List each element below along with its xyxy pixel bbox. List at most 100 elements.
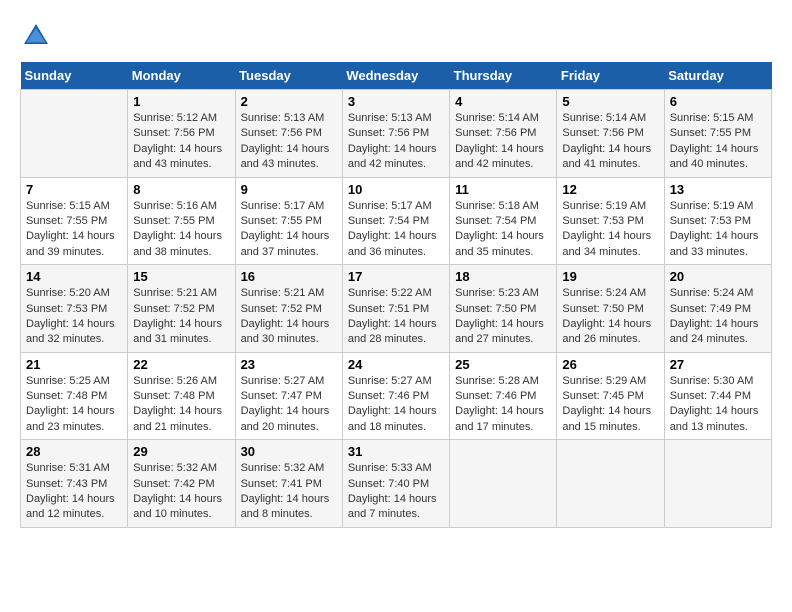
- header-day-monday: Monday: [128, 62, 235, 90]
- day-info: Sunrise: 5:21 AM Sunset: 7:52 PM Dayligh…: [133, 286, 229, 348]
- week-row-4: 21 Sunrise: 5:25 AM Sunset: 7:48 PM Dayli…: [21, 352, 772, 440]
- calendar-cell: [450, 440, 557, 528]
- day-info: Sunrise: 5:19 AM Sunset: 7:53 PM Dayligh…: [670, 199, 766, 261]
- day-info: Sunrise: 5:27 AM Sunset: 7:47 PM Dayligh…: [241, 374, 337, 436]
- calendar-cell: 9 Sunrise: 5:17 AM Sunset: 7:55 PM Daylig…: [235, 177, 342, 265]
- logo: [20, 20, 56, 52]
- day-info: Sunrise: 5:24 AM Sunset: 7:50 PM Dayligh…: [562, 286, 658, 348]
- day-number: 21: [26, 357, 122, 372]
- header-day-saturday: Saturday: [664, 62, 771, 90]
- calendar-cell: 4 Sunrise: 5:14 AM Sunset: 7:56 PM Daylig…: [450, 90, 557, 178]
- day-number: 28: [26, 444, 122, 459]
- calendar-cell: 5 Sunrise: 5:14 AM Sunset: 7:56 PM Daylig…: [557, 90, 664, 178]
- week-row-1: 1 Sunrise: 5:12 AM Sunset: 7:56 PM Daylig…: [21, 90, 772, 178]
- week-row-3: 14 Sunrise: 5:20 AM Sunset: 7:53 PM Dayli…: [21, 265, 772, 353]
- day-info: Sunrise: 5:32 AM Sunset: 7:41 PM Dayligh…: [241, 461, 337, 523]
- day-number: 12: [562, 182, 658, 197]
- calendar-cell: 11 Sunrise: 5:18 AM Sunset: 7:54 PM Dayli…: [450, 177, 557, 265]
- day-number: 18: [455, 269, 551, 284]
- calendar-cell: 23 Sunrise: 5:27 AM Sunset: 7:47 PM Dayli…: [235, 352, 342, 440]
- day-info: Sunrise: 5:14 AM Sunset: 7:56 PM Dayligh…: [562, 111, 658, 173]
- calendar-cell: 12 Sunrise: 5:19 AM Sunset: 7:53 PM Dayli…: [557, 177, 664, 265]
- day-number: 26: [562, 357, 658, 372]
- calendar-cell: 24Sunrise: 5:27 AM Sunset: 7:46 PM Dayli…: [342, 352, 449, 440]
- day-number: 19: [562, 269, 658, 284]
- page-header: [20, 20, 772, 52]
- day-number: 15: [133, 269, 229, 284]
- calendar-table: SundayMondayTuesdayWednesdayThursdayFrid…: [20, 62, 772, 528]
- day-info: Sunrise: 5:29 AM Sunset: 7:45 PM Dayligh…: [562, 374, 658, 436]
- header-day-friday: Friday: [557, 62, 664, 90]
- calendar-cell: 16 Sunrise: 5:21 AM Sunset: 7:52 PM Dayli…: [235, 265, 342, 353]
- day-number: 1: [133, 94, 229, 109]
- calendar-cell: 22 Sunrise: 5:26 AM Sunset: 7:48 PM Dayli…: [128, 352, 235, 440]
- calendar-cell: 31Sunrise: 5:33 AM Sunset: 7:40 PM Dayli…: [342, 440, 449, 528]
- header-row: SundayMondayTuesdayWednesdayThursdayFrid…: [21, 62, 772, 90]
- day-number: 2: [241, 94, 337, 109]
- day-number: 29: [133, 444, 229, 459]
- week-row-2: 7Sunrise: 5:15 AM Sunset: 7:55 PM Daylig…: [21, 177, 772, 265]
- day-number: 17: [348, 269, 444, 284]
- day-info: Sunrise: 5:15 AM Sunset: 7:55 PM Dayligh…: [26, 199, 122, 261]
- day-number: 14: [26, 269, 122, 284]
- calendar-cell: 25Sunrise: 5:28 AM Sunset: 7:46 PM Dayli…: [450, 352, 557, 440]
- week-row-5: 28 Sunrise: 5:31 AM Sunset: 7:43 PM Dayli…: [21, 440, 772, 528]
- calendar-cell: 18 Sunrise: 5:23 AM Sunset: 7:50 PM Dayli…: [450, 265, 557, 353]
- day-number: 9: [241, 182, 337, 197]
- calendar-cell: 28 Sunrise: 5:31 AM Sunset: 7:43 PM Dayli…: [21, 440, 128, 528]
- day-info: Sunrise: 5:31 AM Sunset: 7:43 PM Dayligh…: [26, 461, 122, 523]
- day-info: Sunrise: 5:24 AM Sunset: 7:49 PM Dayligh…: [670, 286, 766, 348]
- day-info: Sunrise: 5:16 AM Sunset: 7:55 PM Dayligh…: [133, 199, 229, 261]
- calendar-cell: 13 Sunrise: 5:19 AM Sunset: 7:53 PM Dayli…: [664, 177, 771, 265]
- day-number: 4: [455, 94, 551, 109]
- calendar-cell: 27Sunrise: 5:30 AM Sunset: 7:44 PM Dayli…: [664, 352, 771, 440]
- logo-icon: [20, 20, 52, 52]
- day-number: 16: [241, 269, 337, 284]
- day-number: 5: [562, 94, 658, 109]
- calendar-cell: 29 Sunrise: 5:32 AM Sunset: 7:42 PM Dayli…: [128, 440, 235, 528]
- day-info: Sunrise: 5:23 AM Sunset: 7:50 PM Dayligh…: [455, 286, 551, 348]
- calendar-cell: 6 Sunrise: 5:15 AM Sunset: 7:55 PM Daylig…: [664, 90, 771, 178]
- calendar-body: 1 Sunrise: 5:12 AM Sunset: 7:56 PM Daylig…: [21, 90, 772, 528]
- calendar-cell: [21, 90, 128, 178]
- day-info: Sunrise: 5:22 AM Sunset: 7:51 PM Dayligh…: [348, 286, 444, 348]
- day-info: Sunrise: 5:18 AM Sunset: 7:54 PM Dayligh…: [455, 199, 551, 261]
- day-number: 27: [670, 357, 766, 372]
- day-info: Sunrise: 5:26 AM Sunset: 7:48 PM Dayligh…: [133, 374, 229, 436]
- day-info: Sunrise: 5:19 AM Sunset: 7:53 PM Dayligh…: [562, 199, 658, 261]
- header-day-tuesday: Tuesday: [235, 62, 342, 90]
- calendar-cell: 20 Sunrise: 5:24 AM Sunset: 7:49 PM Dayli…: [664, 265, 771, 353]
- calendar-cell: 8 Sunrise: 5:16 AM Sunset: 7:55 PM Daylig…: [128, 177, 235, 265]
- calendar-cell: 3Sunrise: 5:13 AM Sunset: 7:56 PM Daylig…: [342, 90, 449, 178]
- day-info: Sunrise: 5:13 AM Sunset: 7:56 PM Dayligh…: [241, 111, 337, 173]
- day-info: Sunrise: 5:15 AM Sunset: 7:55 PM Dayligh…: [670, 111, 766, 173]
- calendar-cell: 30Sunrise: 5:32 AM Sunset: 7:41 PM Dayli…: [235, 440, 342, 528]
- day-number: 11: [455, 182, 551, 197]
- day-info: Sunrise: 5:14 AM Sunset: 7:56 PM Dayligh…: [455, 111, 551, 173]
- day-number: 20: [670, 269, 766, 284]
- day-number: 23: [241, 357, 337, 372]
- header-day-wednesday: Wednesday: [342, 62, 449, 90]
- day-info: Sunrise: 5:17 AM Sunset: 7:54 PM Dayligh…: [348, 199, 444, 261]
- day-number: 13: [670, 182, 766, 197]
- day-info: Sunrise: 5:17 AM Sunset: 7:55 PM Dayligh…: [241, 199, 337, 261]
- day-info: Sunrise: 5:20 AM Sunset: 7:53 PM Dayligh…: [26, 286, 122, 348]
- calendar-cell: 14 Sunrise: 5:20 AM Sunset: 7:53 PM Dayli…: [21, 265, 128, 353]
- day-number: 6: [670, 94, 766, 109]
- day-number: 8: [133, 182, 229, 197]
- calendar-cell: [664, 440, 771, 528]
- day-info: Sunrise: 5:21 AM Sunset: 7:52 PM Dayligh…: [241, 286, 337, 348]
- calendar-cell: 26 Sunrise: 5:29 AM Sunset: 7:45 PM Dayli…: [557, 352, 664, 440]
- day-info: Sunrise: 5:25 AM Sunset: 7:48 PM Dayligh…: [26, 374, 122, 436]
- day-info: Sunrise: 5:13 AM Sunset: 7:56 PM Dayligh…: [348, 111, 444, 173]
- header-day-sunday: Sunday: [21, 62, 128, 90]
- calendar-header: SundayMondayTuesdayWednesdayThursdayFrid…: [21, 62, 772, 90]
- calendar-cell: 2 Sunrise: 5:13 AM Sunset: 7:56 PM Daylig…: [235, 90, 342, 178]
- day-info: Sunrise: 5:33 AM Sunset: 7:40 PM Dayligh…: [348, 461, 444, 523]
- calendar-cell: 15 Sunrise: 5:21 AM Sunset: 7:52 PM Dayli…: [128, 265, 235, 353]
- day-info: Sunrise: 5:12 AM Sunset: 7:56 PM Dayligh…: [133, 111, 229, 173]
- day-info: Sunrise: 5:32 AM Sunset: 7:42 PM Dayligh…: [133, 461, 229, 523]
- calendar-cell: [557, 440, 664, 528]
- day-number: 22: [133, 357, 229, 372]
- calendar-cell: 21 Sunrise: 5:25 AM Sunset: 7:48 PM Dayli…: [21, 352, 128, 440]
